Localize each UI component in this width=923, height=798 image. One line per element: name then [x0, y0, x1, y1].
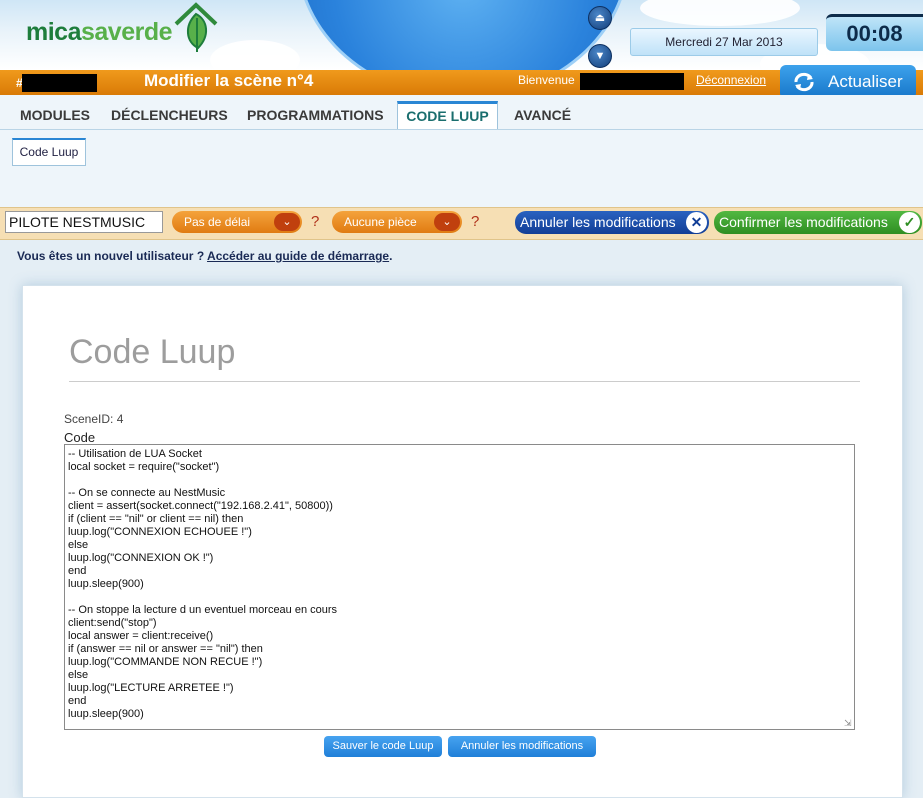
cancel-code-button[interactable]: Annuler les modifications: [448, 736, 596, 757]
refresh-icon: [794, 72, 814, 92]
room-select-value: Aucune pièce: [344, 215, 417, 229]
logout-link[interactable]: Déconnexion: [696, 73, 766, 87]
clock-display: 00:08: [826, 14, 923, 51]
tab-avance[interactable]: AVANCÉ: [514, 107, 571, 123]
refresh-button[interactable]: Actualiser: [780, 65, 916, 99]
tab-programmations[interactable]: PROGRAMMATIONS: [247, 107, 384, 123]
chevron-down-icon: ⌄: [434, 213, 460, 231]
cloud-decoration: [640, 0, 800, 26]
new-user-text: Vous êtes un nouvel utilisateur ?: [17, 249, 208, 263]
tab-code-luup[interactable]: CODE LUUP: [397, 101, 498, 129]
new-user-suffix: .: [389, 249, 393, 263]
getting-started-link[interactable]: Accéder au guide de démarrage: [207, 249, 389, 263]
close-icon: ✕: [686, 212, 707, 233]
checkmark-icon: ✓: [899, 212, 920, 233]
code-label: Code: [64, 430, 96, 445]
eject-up-icon[interactable]: ⏏: [588, 6, 612, 30]
cancel-changes-label: Annuler les modifications: [520, 214, 676, 230]
panel-title: Code Luup: [69, 333, 236, 371]
tab-modules[interactable]: MODULES: [20, 107, 90, 123]
delay-select-value: Pas de délai: [184, 215, 251, 229]
tab-declencheurs[interactable]: DÉCLENCHEURS: [111, 107, 228, 123]
welcome-text: Bienvenue: [518, 73, 575, 87]
code-editor[interactable]: -- Utilisation de LUA Socket local socke…: [64, 444, 855, 730]
page-title: Modifier la scène n°4: [144, 71, 314, 90]
house-leaf-icon: [174, 2, 218, 52]
subtab-code-luup[interactable]: Code Luup: [12, 138, 86, 166]
redacted-block: [22, 74, 97, 92]
delay-select[interactable]: Pas de délai ⌄: [172, 211, 302, 233]
cancel-changes-button[interactable]: Annuler les modifications ✕: [515, 211, 709, 234]
title-divider: [69, 381, 860, 382]
resize-grip-icon[interactable]: ⇲: [844, 718, 854, 728]
subtab-panel: [0, 130, 923, 207]
new-user-notice: Vous êtes un nouvel utilisateur ? Accéde…: [17, 249, 392, 263]
brand-part-2: saverde: [80, 18, 173, 46]
scene-id-label: SceneID:: [64, 412, 114, 426]
delay-help-icon[interactable]: ?: [311, 213, 319, 230]
scene-id-value: 4: [116, 412, 124, 426]
date-display: Mercredi 27 Mar 2013: [630, 28, 818, 56]
brand-part-1: mica: [26, 18, 81, 46]
room-help-icon[interactable]: ?: [471, 213, 479, 230]
refresh-label: Actualiser: [828, 72, 903, 91]
brand-logo[interactable]: micasaverde: [26, 18, 173, 47]
confirm-changes-button[interactable]: Confirmer les modifications ✓: [714, 211, 922, 234]
scene-name-input[interactable]: [5, 211, 163, 233]
redacted-username: [580, 73, 684, 90]
cloud-decoration: [210, 40, 300, 70]
arrow-down-icon[interactable]: ▼: [588, 44, 612, 68]
scene-id: SceneID: 4: [64, 412, 123, 426]
room-select[interactable]: Aucune pièce ⌄: [332, 211, 462, 233]
chevron-down-icon: ⌄: [274, 213, 300, 231]
save-code-button[interactable]: Sauver le code Luup: [324, 736, 442, 757]
confirm-changes-label: Confirmer les modifications: [719, 214, 888, 230]
